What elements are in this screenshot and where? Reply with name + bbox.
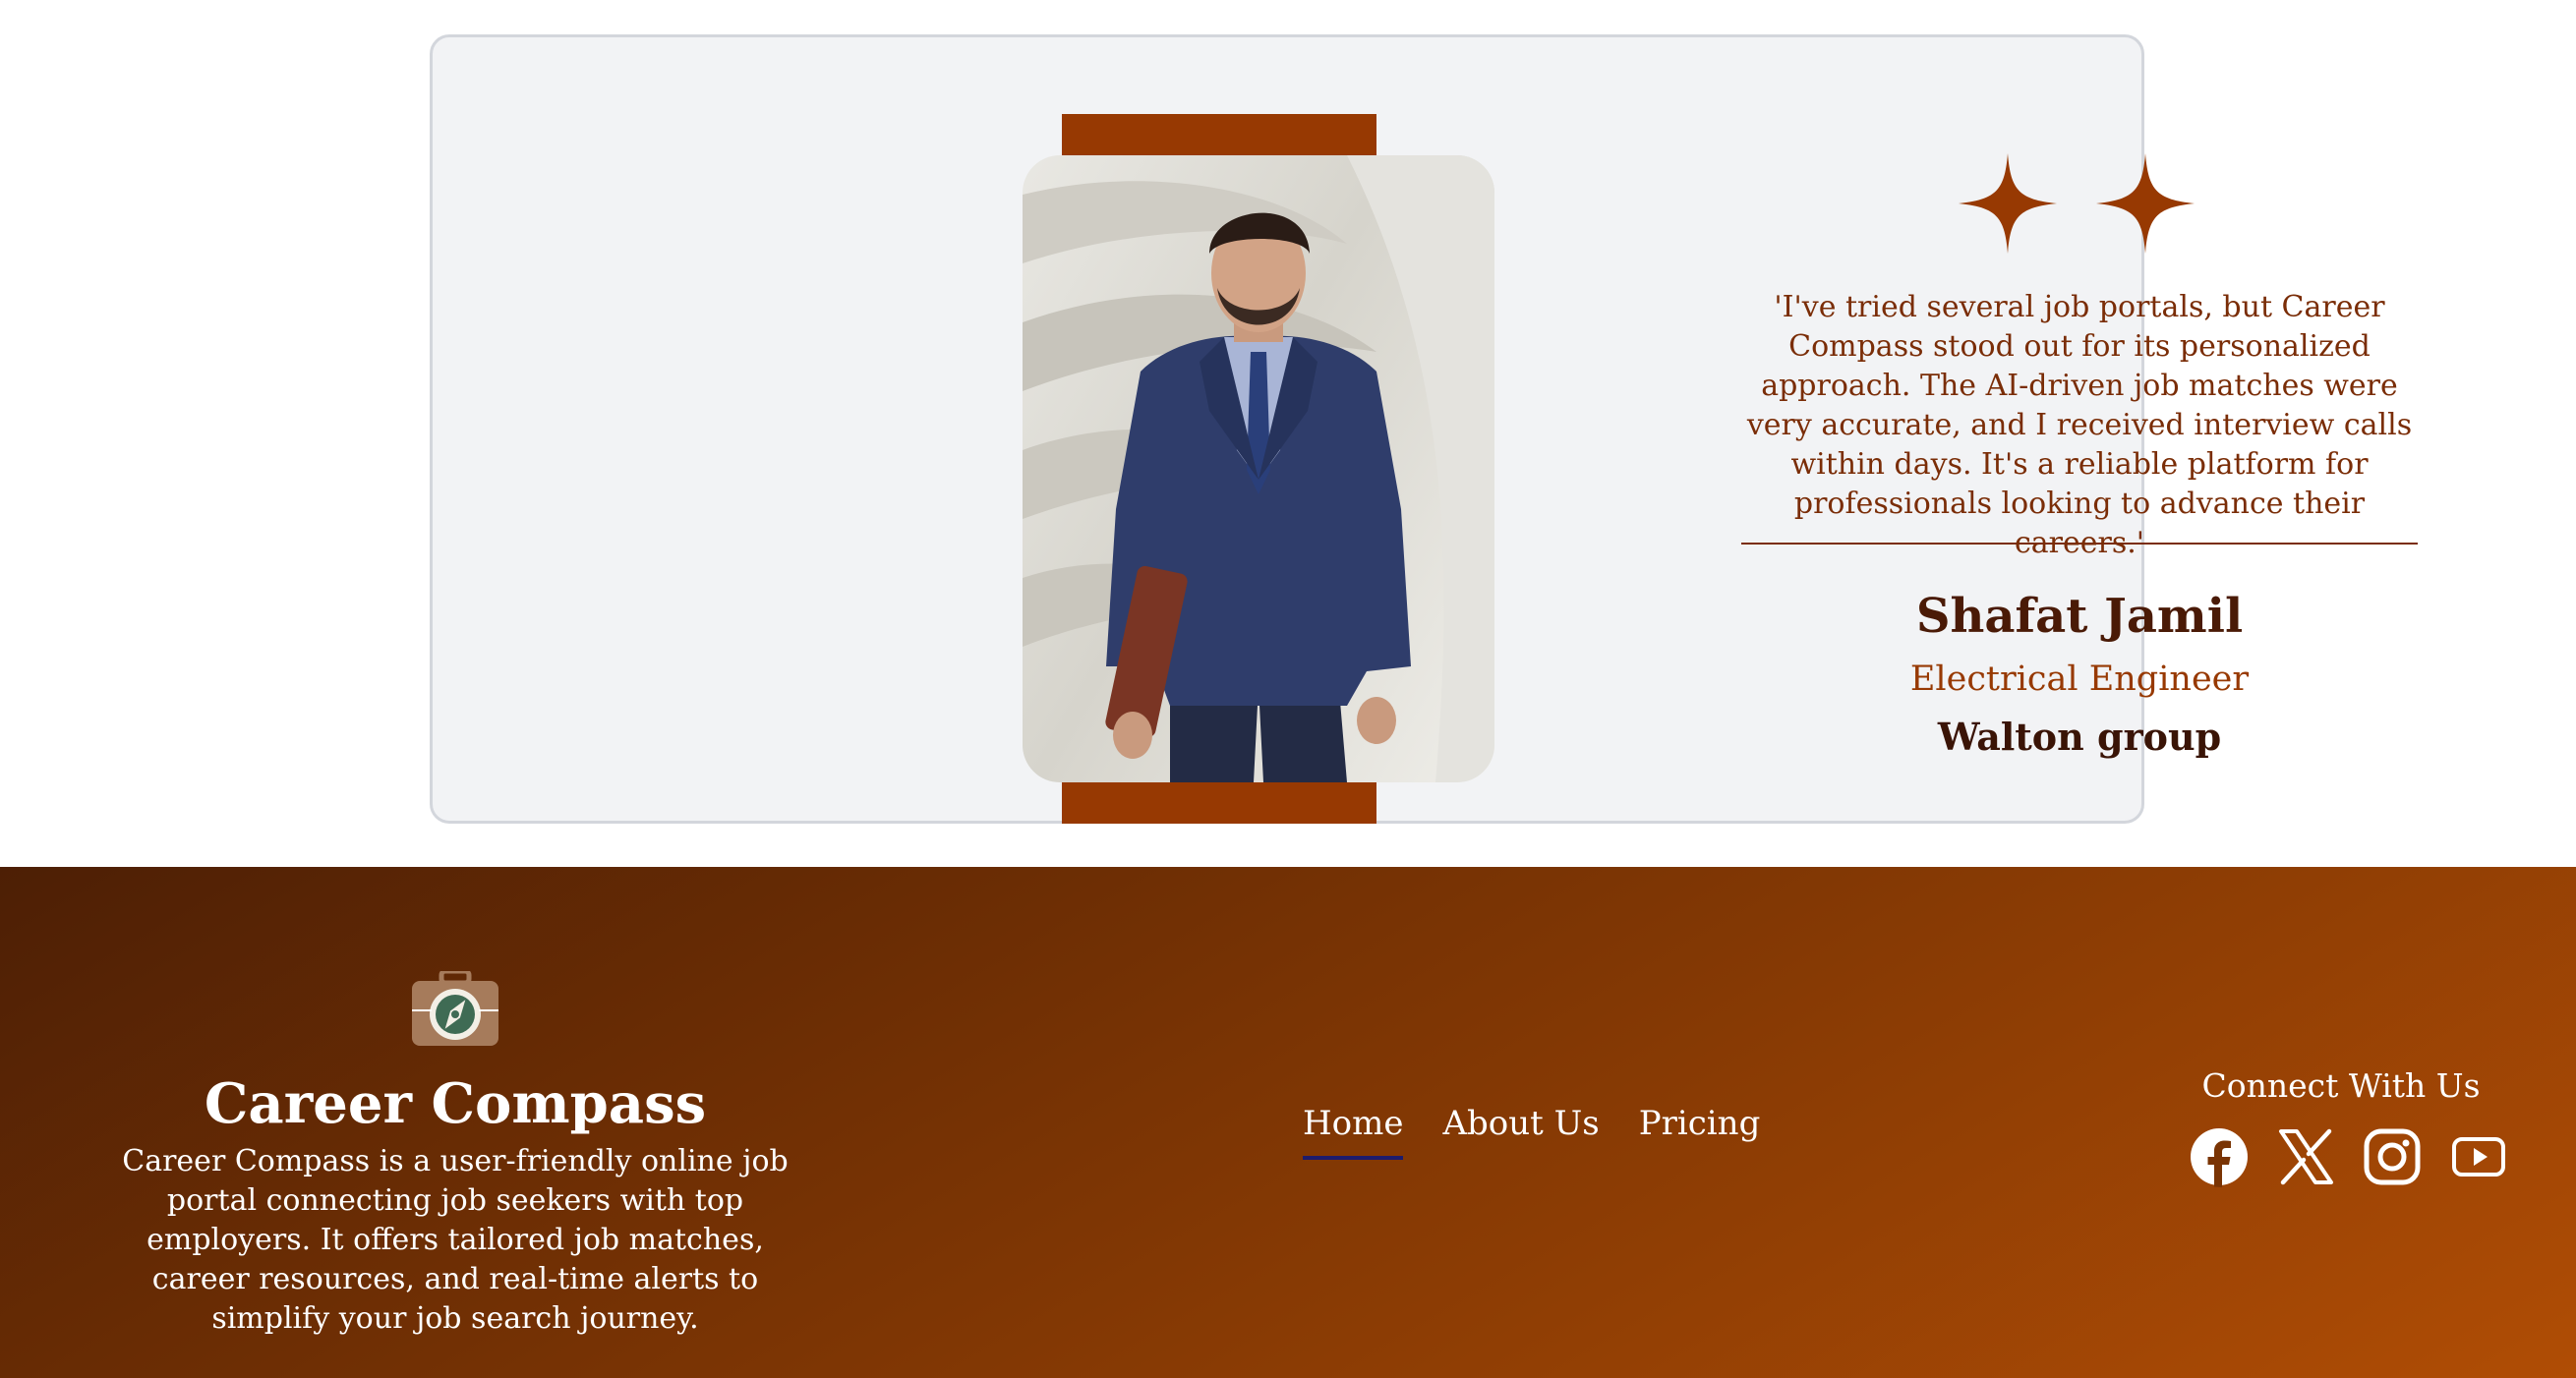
footer-brand-name[interactable]: Career Compass (0, 1071, 910, 1136)
photo-accent-bar-top (1062, 114, 1376, 155)
footer-nav-pricing[interactable]: Pricing (1639, 1101, 1761, 1160)
footer-about-text: Career Compass is a user-friendly online… (122, 1144, 789, 1336)
testimonial-card: 'I've tried several job portals, but Car… (430, 34, 2418, 824)
footer-nav-home[interactable]: Home (1303, 1101, 1404, 1160)
sparkle-star-icon (1959, 153, 2057, 254)
site-footer: Career Compass Career Compass is a user-… (0, 867, 2576, 1378)
footer-nav-about-us[interactable]: About Us (1442, 1101, 1599, 1160)
youtube-icon[interactable] (2448, 1126, 2509, 1187)
testimonial-quote: 'I've tried several job portals, but Car… (1746, 290, 2413, 560)
instagram-icon[interactable] (2362, 1126, 2423, 1187)
photo-accent-bar-bottom (1062, 782, 1376, 824)
testimonial-role: Electrical Engineer (1909, 660, 2250, 699)
testimonial-name: Shafat Jamil (1915, 589, 2244, 644)
rating-stars (1959, 153, 2200, 254)
facebook-icon[interactable] (2189, 1126, 2250, 1187)
x-twitter-icon[interactable] (2275, 1126, 2336, 1187)
sparkle-star-icon (2096, 153, 2195, 254)
testimonial-photo-frame (1023, 114, 1494, 824)
social-links (2189, 1126, 2509, 1187)
briefcase-compass-icon[interactable] (412, 968, 498, 1046)
page: 'I've tried several job portals, but Car… (0, 0, 2576, 1378)
connect-title: Connect With Us (2201, 1066, 2481, 1105)
testimonial-photo (1023, 155, 1494, 782)
footer-nav: Home About Us Pricing (1303, 1101, 1760, 1160)
quote-divider (1741, 543, 2418, 545)
testimonial-company: Walton group (1937, 715, 2222, 759)
